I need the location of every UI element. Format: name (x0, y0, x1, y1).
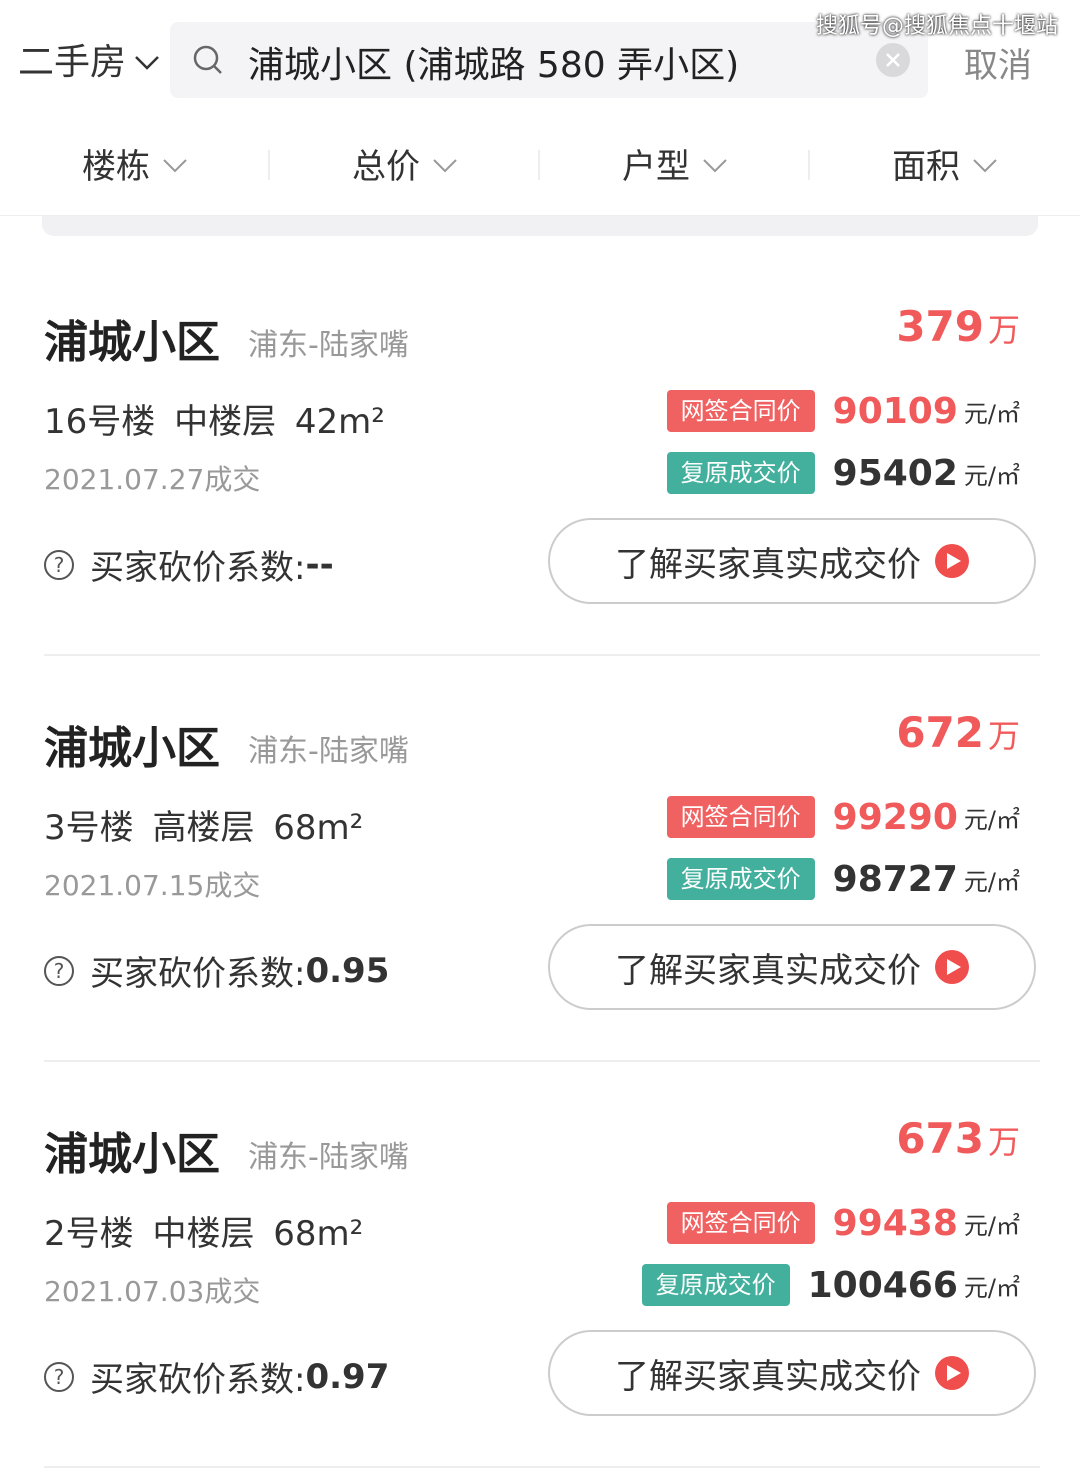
contract-price-value: 90109 (832, 390, 958, 432)
play-icon (935, 950, 969, 984)
help-icon[interactable]: ? (44, 1361, 74, 1392)
listing-date: 2021.07.27成交 (44, 463, 261, 496)
restored-price-value: 98727 (832, 858, 958, 900)
listing-info: 2号楼 中楼层 68m² (44, 1214, 364, 1254)
view-real-price-button[interactable]: 了解买家真实成交价 (548, 518, 1036, 604)
total-price-unit: 万 (987, 717, 1020, 755)
contract-price-value: 99438 (832, 1202, 958, 1244)
coef-value: 0.97 (305, 1356, 390, 1397)
chevron-down-icon (702, 143, 728, 183)
listing-title: 浦城小区 (44, 317, 220, 368)
contract-price-tag: 网签合同价 (666, 796, 815, 838)
total-price-unit: 万 (987, 311, 1020, 349)
filter-total-price[interactable]: 总价 (270, 110, 540, 216)
listing-total-price: 672 万 (896, 708, 1020, 757)
clear-icon[interactable] (876, 43, 910, 77)
listing-district: 浦东-陆家嘴 (248, 734, 409, 769)
help-icon[interactable]: ? (44, 955, 74, 986)
coef-label: 买家砍价系数: (90, 954, 306, 994)
listing-info: 16号楼 中楼层 42m² (44, 402, 385, 442)
listing-info: 3号楼 高楼层 68m² (44, 808, 364, 848)
filter-layout-label: 户型 (622, 146, 690, 187)
list-item[interactable]: 浦城小区 浦东-陆家嘴 379 万 16号楼 中楼层 42m² 2021.07.2… (0, 250, 1080, 656)
view-real-price-button[interactable]: 了解买家真实成交价 (548, 924, 1036, 1010)
bargain-coefficient: ? 买家砍价系数: -- (44, 540, 334, 589)
contract-price-row: 网签合同价 99438 元/㎡ (666, 1202, 1020, 1244)
previous-card-edge (42, 216, 1038, 236)
chevron-down-icon (134, 39, 160, 80)
total-price-value: 672 (896, 708, 984, 757)
restored-price-row: 复原成交价 98727 元/㎡ (666, 858, 1020, 900)
filter-building-label: 楼栋 (82, 146, 150, 187)
filter-building[interactable]: 楼栋 (0, 110, 270, 216)
play-icon (935, 544, 969, 578)
price-unit: 元/㎡ (963, 461, 1020, 490)
view-real-price-button[interactable]: 了解买家真实成交价 (548, 1330, 1036, 1416)
coef-label: 买家砍价系数: (90, 1360, 306, 1400)
cta-label: 了解买家真实成交价 (615, 544, 921, 585)
list-item[interactable]: 浦城小区 浦东-陆家嘴 672 万 3号楼 高楼层 68m² 2021.07.15… (0, 656, 1080, 1062)
filter-total-price-label: 总价 (352, 146, 420, 187)
restored-price-value: 95402 (832, 452, 958, 494)
search-icon (192, 44, 224, 76)
listing-title: 浦城小区 (44, 723, 220, 774)
coef-value: -- (305, 544, 334, 585)
total-price-unit: 万 (987, 1123, 1020, 1161)
divider (44, 1466, 1040, 1468)
bargain-coefficient: ? 买家砍价系数: 0.97 (44, 1352, 389, 1401)
contract-price-row: 网签合同价 90109 元/㎡ (666, 390, 1020, 432)
total-price-value: 379 (896, 302, 984, 351)
contract-price-tag: 网签合同价 (666, 1202, 815, 1244)
restored-price-tag: 复原成交价 (641, 1264, 790, 1306)
chevron-down-icon (972, 143, 998, 183)
price-unit: 元/㎡ (963, 399, 1020, 428)
chevron-down-icon (432, 143, 458, 183)
price-unit: 元/㎡ (963, 867, 1020, 896)
chevron-down-icon (162, 143, 188, 183)
price-unit: 元/㎡ (963, 1273, 1020, 1302)
search-input[interactable]: 浦城小区 (浦城路 580 弄小区) (248, 36, 739, 88)
price-unit: 元/㎡ (963, 1211, 1020, 1240)
cancel-button[interactable]: 取消 (964, 38, 1032, 87)
listing-date: 2021.07.15成交 (44, 869, 261, 902)
help-icon[interactable]: ? (44, 549, 74, 580)
total-price-value: 673 (896, 1114, 984, 1163)
cta-label: 了解买家真实成交价 (615, 1356, 921, 1397)
watermark: 搜狐号@搜狐焦点十堰站 (815, 14, 1058, 39)
listing-district: 浦东-陆家嘴 (248, 1140, 409, 1175)
search-box[interactable]: 浦城小区 (浦城路 580 弄小区) (170, 22, 928, 98)
filter-layout[interactable]: 户型 (540, 110, 810, 216)
listing-date: 2021.07.03成交 (44, 1275, 261, 1308)
contract-price-tag: 网签合同价 (666, 390, 815, 432)
cta-label: 了解买家真实成交价 (615, 950, 921, 991)
list-item[interactable]: 浦城小区 浦东-陆家嘴 673 万 2号楼 中楼层 68m² 2021.07.03… (0, 1062, 1080, 1468)
listing-district: 浦东-陆家嘴 (248, 328, 409, 363)
listing-total-price: 379 万 (896, 302, 1020, 351)
restored-price-tag: 复原成交价 (666, 858, 815, 900)
top-bar: 二手房 浦城小区 (浦城路 580 弄小区) 取消 搜狐号@搜狐焦点十堰站 (0, 0, 1080, 110)
restored-price-value: 100466 (807, 1264, 958, 1306)
price-unit: 元/㎡ (963, 805, 1020, 834)
filter-bar: 楼栋 总价 户型 面积 (0, 110, 1080, 216)
listing-title: 浦城小区 (44, 1129, 220, 1180)
filter-area-label: 面积 (892, 146, 960, 187)
restored-price-tag: 复原成交价 (666, 452, 815, 494)
bargain-coefficient: ? 买家砍价系数: 0.95 (44, 946, 389, 995)
contract-price-row: 网签合同价 99290 元/㎡ (666, 796, 1020, 838)
filter-area[interactable]: 面积 (810, 110, 1080, 216)
restored-price-row: 复原成交价 100466 元/㎡ (641, 1264, 1020, 1306)
listing-total-price: 673 万 (896, 1114, 1020, 1163)
coef-value: 0.95 (305, 950, 390, 991)
coef-label: 买家砍价系数: (90, 548, 306, 588)
listing-type-label: 二手房 (18, 42, 127, 83)
restored-price-row: 复原成交价 95402 元/㎡ (666, 452, 1020, 494)
contract-price-value: 99290 (832, 796, 958, 838)
listing-type-dropdown[interactable]: 二手房 (18, 34, 160, 84)
play-icon (935, 1356, 969, 1390)
